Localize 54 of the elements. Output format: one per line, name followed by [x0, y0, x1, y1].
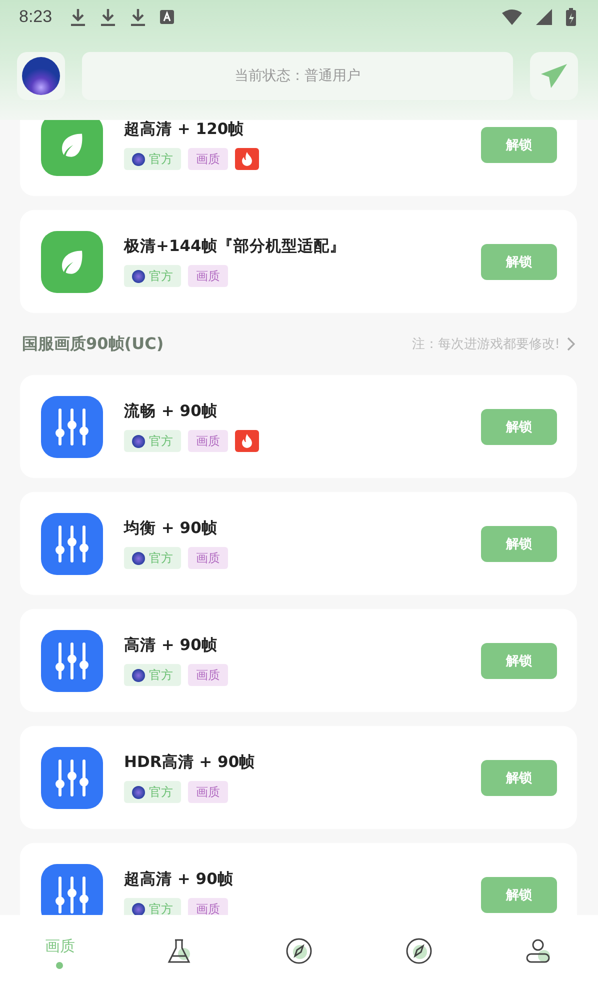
- chevron-right-icon: [566, 337, 575, 351]
- battery-icon: [566, 8, 576, 26]
- tag: 画质: [188, 265, 228, 287]
- compass-icon: [404, 937, 433, 965]
- unlock-button[interactable]: 解锁: [481, 876, 557, 912]
- download-icon: [70, 8, 86, 26]
- option-title: 高清 + 90帧: [124, 635, 218, 656]
- unlock-button[interactable]: 解锁: [481, 642, 557, 678]
- unlock-button[interactable]: 解锁: [481, 526, 557, 562]
- option-title: HDR高清 + 90帧: [124, 752, 256, 773]
- unlock-button[interactable]: 解锁: [481, 408, 557, 444]
- option-title: 流畅 + 90帧: [124, 401, 218, 422]
- fire-icon: [240, 433, 254, 449]
- tag: 画质: [188, 430, 228, 452]
- tag: 画质: [188, 781, 228, 803]
- download-icon: [100, 8, 116, 26]
- tag: 画质: [188, 547, 228, 569]
- signal-icon: [536, 9, 552, 25]
- tag: 官方: [124, 265, 181, 287]
- tag: 官方: [124, 664, 181, 686]
- tag: 官方: [124, 148, 181, 170]
- tag: 画质: [188, 664, 228, 686]
- send-button[interactable]: [530, 52, 578, 100]
- sliders-icon: [54, 524, 90, 564]
- active-dot: [56, 962, 64, 969]
- option-title: 超高清 + 120帧: [124, 120, 246, 140]
- sliders-icon: [54, 758, 90, 798]
- tag: 画质: [188, 148, 228, 170]
- tag: 画质: [188, 898, 228, 915]
- section-note: 注：每次进游戏都要修改!: [412, 336, 560, 353]
- logo-icon: [22, 57, 60, 95]
- sliders-icon: [54, 406, 90, 446]
- unlock-button[interactable]: 解锁: [481, 244, 557, 280]
- fire-icon: [240, 151, 254, 167]
- unlock-button[interactable]: 解锁: [481, 760, 557, 796]
- user-icon: [524, 937, 552, 965]
- tag: 官方: [124, 547, 181, 569]
- option-title: 极清+144帧『部分机型适配』: [124, 236, 346, 257]
- keyboard-a-icon: [160, 10, 174, 24]
- tag: 官方: [124, 781, 181, 803]
- section-title: 国服画质90帧(UC): [22, 334, 164, 354]
- tag: 官方: [124, 898, 181, 915]
- option-title: 均衡 + 90帧: [124, 518, 218, 539]
- status-time: 8:23: [19, 7, 52, 27]
- option-title: 超高清 + 90帧: [124, 869, 234, 890]
- compass-icon: [284, 937, 313, 965]
- tag: 官方: [124, 430, 181, 452]
- wifi-icon: [502, 9, 522, 25]
- status-field: 当前状态：普通用户: [82, 52, 513, 100]
- sliders-icon: [54, 640, 90, 680]
- avatar-button[interactable]: [17, 52, 65, 100]
- send-icon: [541, 64, 567, 88]
- unlock-button[interactable]: 解锁: [481, 126, 557, 162]
- download-icon: [130, 8, 146, 26]
